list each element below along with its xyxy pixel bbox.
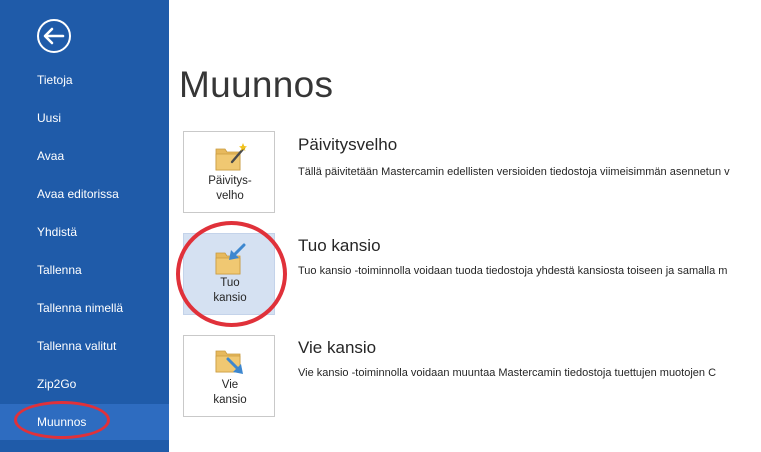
export-folder-button[interactable]: Vie kansio	[183, 335, 275, 417]
sidebar-item-avaa[interactable]: Avaa	[0, 138, 169, 174]
option-title: Päivitysvelho	[298, 135, 398, 154]
page-title: Muunnos	[179, 64, 334, 105]
sidebar-item-tallenna[interactable]: Tallenna	[0, 252, 169, 288]
sidebar-item-zip2go[interactable]: Zip2Go	[0, 366, 169, 402]
main-panel: Muunnos Päivitys- velho Päivitysvelho Tä…	[169, 0, 761, 452]
tile-label: Tuo kansio	[213, 277, 247, 304]
option-title: Vie kansio	[298, 338, 377, 357]
sidebar: Tietoja Uusi Avaa Avaa editorissa Yhdist…	[0, 0, 169, 452]
sidebar-item-avaa-editorissa[interactable]: Avaa editorissa	[0, 176, 169, 212]
sidebar-item-tietoja[interactable]: Tietoja	[0, 62, 169, 98]
tile-label: Vie kansio	[213, 379, 247, 406]
option-description: Vie kansio -toiminnolla voidaan muuntaa …	[298, 367, 717, 379]
sidebar-item-tallenna-valitut[interactable]: Tallenna valitut	[0, 328, 169, 364]
option-title: Tuo kansio	[298, 236, 381, 255]
sidebar-item-yhdista[interactable]: Yhdistä	[0, 214, 169, 250]
back-button[interactable]	[36, 18, 72, 54]
folder-import-icon	[215, 243, 246, 275]
back-arrow-icon	[37, 19, 71, 53]
sidebar-item-muunnos[interactable]: Muunnos	[0, 404, 169, 440]
sidebar-item-tallenna-nimella[interactable]: Tallenna nimellä	[0, 290, 169, 326]
folder-export-icon	[215, 350, 243, 374]
sidebar-item-uusi[interactable]: Uusi	[0, 100, 169, 136]
option-description: Tällä päivitetään Mastercamin edellisten…	[298, 166, 730, 178]
import-folder-button[interactable]: Tuo kansio	[183, 233, 275, 315]
tile-label: Päivitys- velho	[208, 175, 252, 202]
backstage-view: Tietoja Uusi Avaa Avaa editorissa Yhdist…	[0, 0, 761, 452]
folder-wand-icon	[215, 143, 247, 171]
update-wizard-button[interactable]: Päivitys- velho	[183, 131, 275, 213]
option-description: Tuo kansio -toiminnolla voidaan tuoda ti…	[298, 265, 728, 277]
